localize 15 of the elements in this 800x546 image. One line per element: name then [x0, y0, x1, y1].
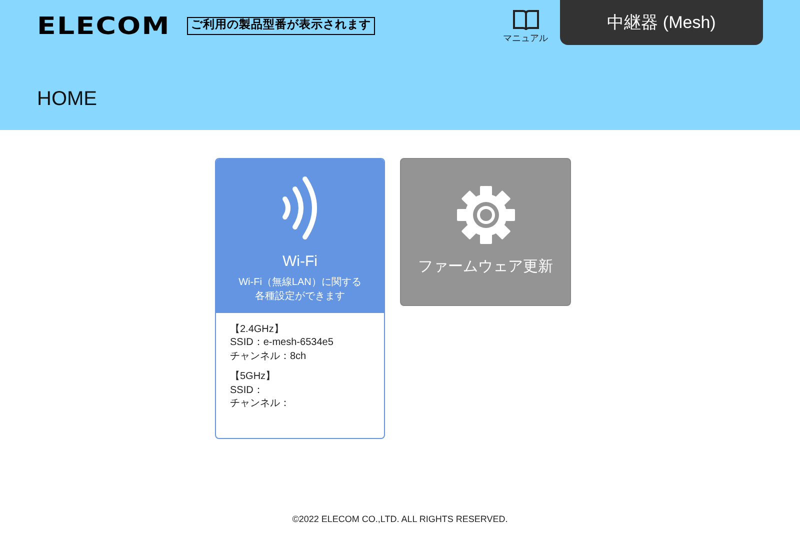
info-line: チャンネル：8ch — [230, 350, 308, 363]
gear-icon — [456, 186, 514, 244]
logo: ELECOM — [37, 14, 170, 38]
wifi-signal-icon — [280, 175, 320, 241]
manual-button[interactable]: マニュアル — [503, 8, 548, 46]
copyright: ©2022 ELECOM CO.,LTD. ALL RIGHTS RESERVED. — [291, 512, 509, 526]
model-label: ご利用の製品型番が表示されます — [186, 17, 375, 35]
info-line: SSID： — [230, 384, 264, 397]
info-line: チャンネル： — [230, 397, 291, 410]
band-heading: 【5GHz】 — [230, 370, 277, 384]
page-title: HOME — [37, 87, 98, 112]
book-icon — [512, 8, 540, 32]
info-line: SSID：e-mesh-6534e5 — [230, 336, 334, 350]
mode-button[interactable]: 中継器 (Mesh) — [560, 0, 763, 45]
band-heading: 【2.4GHz】 — [230, 322, 285, 336]
